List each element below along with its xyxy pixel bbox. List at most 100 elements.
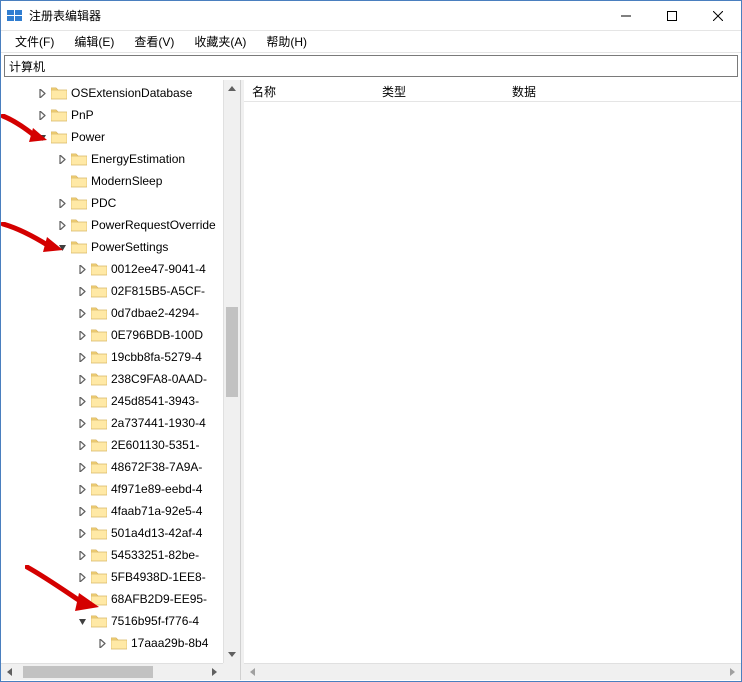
list-horizontal-scrollbar[interactable] [244, 663, 741, 680]
maximize-button[interactable] [649, 1, 695, 30]
chevron-right-icon[interactable] [75, 551, 89, 560]
tree-node-label: 0012ee47-9041-4 [111, 262, 206, 276]
tree-node[interactable]: 7516b95f-f776-4 [1, 610, 240, 632]
tree-node-label: 238C9FA8-0AAD- [111, 372, 207, 386]
scroll-thumb-horizontal[interactable] [23, 666, 153, 678]
tree-node[interactable]: PowerRequestOverride [1, 214, 240, 236]
tree-node[interactable]: 0E796BDB-100D [1, 324, 240, 346]
tree-node-label: Power [71, 130, 105, 144]
scroll-track-vertical[interactable] [224, 97, 240, 646]
chevron-right-icon[interactable] [35, 111, 49, 120]
scroll-track-horizontal[interactable] [18, 664, 206, 680]
menu-help[interactable]: 帮助(H) [256, 31, 317, 52]
tree-node[interactable]: EnergyEstimation [1, 148, 240, 170]
chevron-right-icon[interactable] [75, 419, 89, 428]
tree-node-label: PDC [91, 196, 116, 210]
scroll-up-arrow[interactable] [224, 80, 240, 97]
address-bar[interactable]: 计算机 [4, 55, 738, 77]
chevron-right-icon[interactable] [75, 595, 89, 604]
folder-icon [71, 151, 87, 167]
menu-view[interactable]: 查看(V) [124, 31, 184, 52]
scroll-right-arrow[interactable] [206, 664, 223, 680]
folder-icon [91, 349, 107, 365]
tree-node[interactable]: 19cbb8fa-5279-4 [1, 346, 240, 368]
folder-icon [91, 525, 107, 541]
tree-node[interactable]: 4f971e89-eebd-4 [1, 478, 240, 500]
chevron-right-icon[interactable] [95, 639, 109, 648]
tree-node[interactable]: ModernSleep [1, 170, 240, 192]
column-type[interactable]: 类型 [374, 80, 504, 101]
column-data[interactable]: 数据 [504, 80, 741, 101]
folder-icon [91, 503, 107, 519]
folder-icon [91, 371, 107, 387]
chevron-right-icon[interactable] [55, 199, 69, 208]
scroll-left-arrow[interactable] [244, 664, 261, 680]
chevron-right-icon[interactable] [75, 331, 89, 340]
chevron-right-icon[interactable] [75, 375, 89, 384]
chevron-down-icon[interactable] [35, 133, 49, 142]
tree-node[interactable]: Power [1, 126, 240, 148]
chevron-right-icon[interactable] [75, 573, 89, 582]
chevron-right-icon[interactable] [75, 265, 89, 274]
menu-file[interactable]: 文件(F) [5, 31, 64, 52]
chevron-down-icon[interactable] [75, 617, 89, 626]
chevron-down-icon[interactable] [55, 243, 69, 252]
tree-node-label: 48672F38-7A9A- [111, 460, 202, 474]
chevron-right-icon[interactable] [75, 507, 89, 516]
list-header: 名称 类型 数据 [244, 80, 741, 102]
scroll-thumb-vertical[interactable] [226, 307, 238, 397]
registry-tree[interactable]: OSExtensionDatabase PnP Power EnergyEstimat… [1, 80, 240, 654]
tree-node[interactable]: 02F815B5-A5CF- [1, 280, 240, 302]
minimize-button[interactable] [603, 1, 649, 30]
scroll-left-arrow[interactable] [1, 664, 18, 680]
tree-node[interactable]: 0d7dbae2-4294- [1, 302, 240, 324]
menu-bar: 文件(F) 编辑(E) 查看(V) 收藏夹(A) 帮助(H) [1, 31, 741, 53]
menu-favorites[interactable]: 收藏夹(A) [184, 31, 256, 52]
tree-node[interactable]: 54533251-82be- [1, 544, 240, 566]
tree-node[interactable]: PnP [1, 104, 240, 126]
tree-node-label: PnP [71, 108, 94, 122]
tree-node-label: 02F815B5-A5CF- [111, 284, 205, 298]
folder-icon [91, 613, 107, 629]
tree-node[interactable]: 501a4d13-42af-4 [1, 522, 240, 544]
tree-vertical-scrollbar[interactable] [223, 80, 240, 663]
tree-node[interactable]: OSExtensionDatabase [1, 82, 240, 104]
chevron-right-icon[interactable] [75, 441, 89, 450]
chevron-right-icon[interactable] [75, 287, 89, 296]
tree-node[interactable]: 0012ee47-9041-4 [1, 258, 240, 280]
chevron-right-icon[interactable] [75, 397, 89, 406]
tree-node-label: PowerSettings [91, 240, 168, 254]
column-name[interactable]: 名称 [244, 80, 374, 101]
chevron-right-icon[interactable] [75, 309, 89, 318]
chevron-right-icon[interactable] [75, 485, 89, 494]
scroll-track-horizontal[interactable] [261, 664, 724, 680]
scroll-right-arrow[interactable] [724, 664, 741, 680]
chevron-right-icon[interactable] [75, 353, 89, 362]
tree-node[interactable]: PowerSettings [1, 236, 240, 258]
close-button[interactable] [695, 1, 741, 30]
tree-node[interactable]: 48672F38-7A9A- [1, 456, 240, 478]
tree-node[interactable]: 2a737441-1930-4 [1, 412, 240, 434]
menu-edit[interactable]: 编辑(E) [64, 31, 124, 52]
chevron-right-icon[interactable] [75, 463, 89, 472]
folder-icon [91, 283, 107, 299]
folder-icon [91, 327, 107, 343]
tree-node[interactable]: 238C9FA8-0AAD- [1, 368, 240, 390]
tree-node[interactable]: 17aaa29b-8b4 [1, 632, 240, 654]
tree-node[interactable]: 68AFB2D9-EE95- [1, 588, 240, 610]
chevron-right-icon[interactable] [35, 89, 49, 98]
chevron-right-icon[interactable] [75, 529, 89, 538]
scroll-down-arrow[interactable] [224, 646, 240, 663]
tree-node[interactable]: PDC [1, 192, 240, 214]
tree-node[interactable]: 4faab71a-92e5-4 [1, 500, 240, 522]
chevron-right-icon[interactable] [55, 155, 69, 164]
list-panel: 名称 类型 数据 [244, 80, 741, 680]
list-body[interactable] [244, 102, 741, 663]
tree-node[interactable]: 245d8541-3943- [1, 390, 240, 412]
chevron-right-icon[interactable] [55, 221, 69, 230]
tree-node-label: 0E796BDB-100D [111, 328, 203, 342]
tree-horizontal-scrollbar[interactable] [1, 663, 223, 680]
tree-node[interactable]: 2E601130-5351- [1, 434, 240, 456]
tree-node[interactable]: 5FB4938D-1EE8- [1, 566, 240, 588]
scroll-corner [223, 663, 240, 680]
